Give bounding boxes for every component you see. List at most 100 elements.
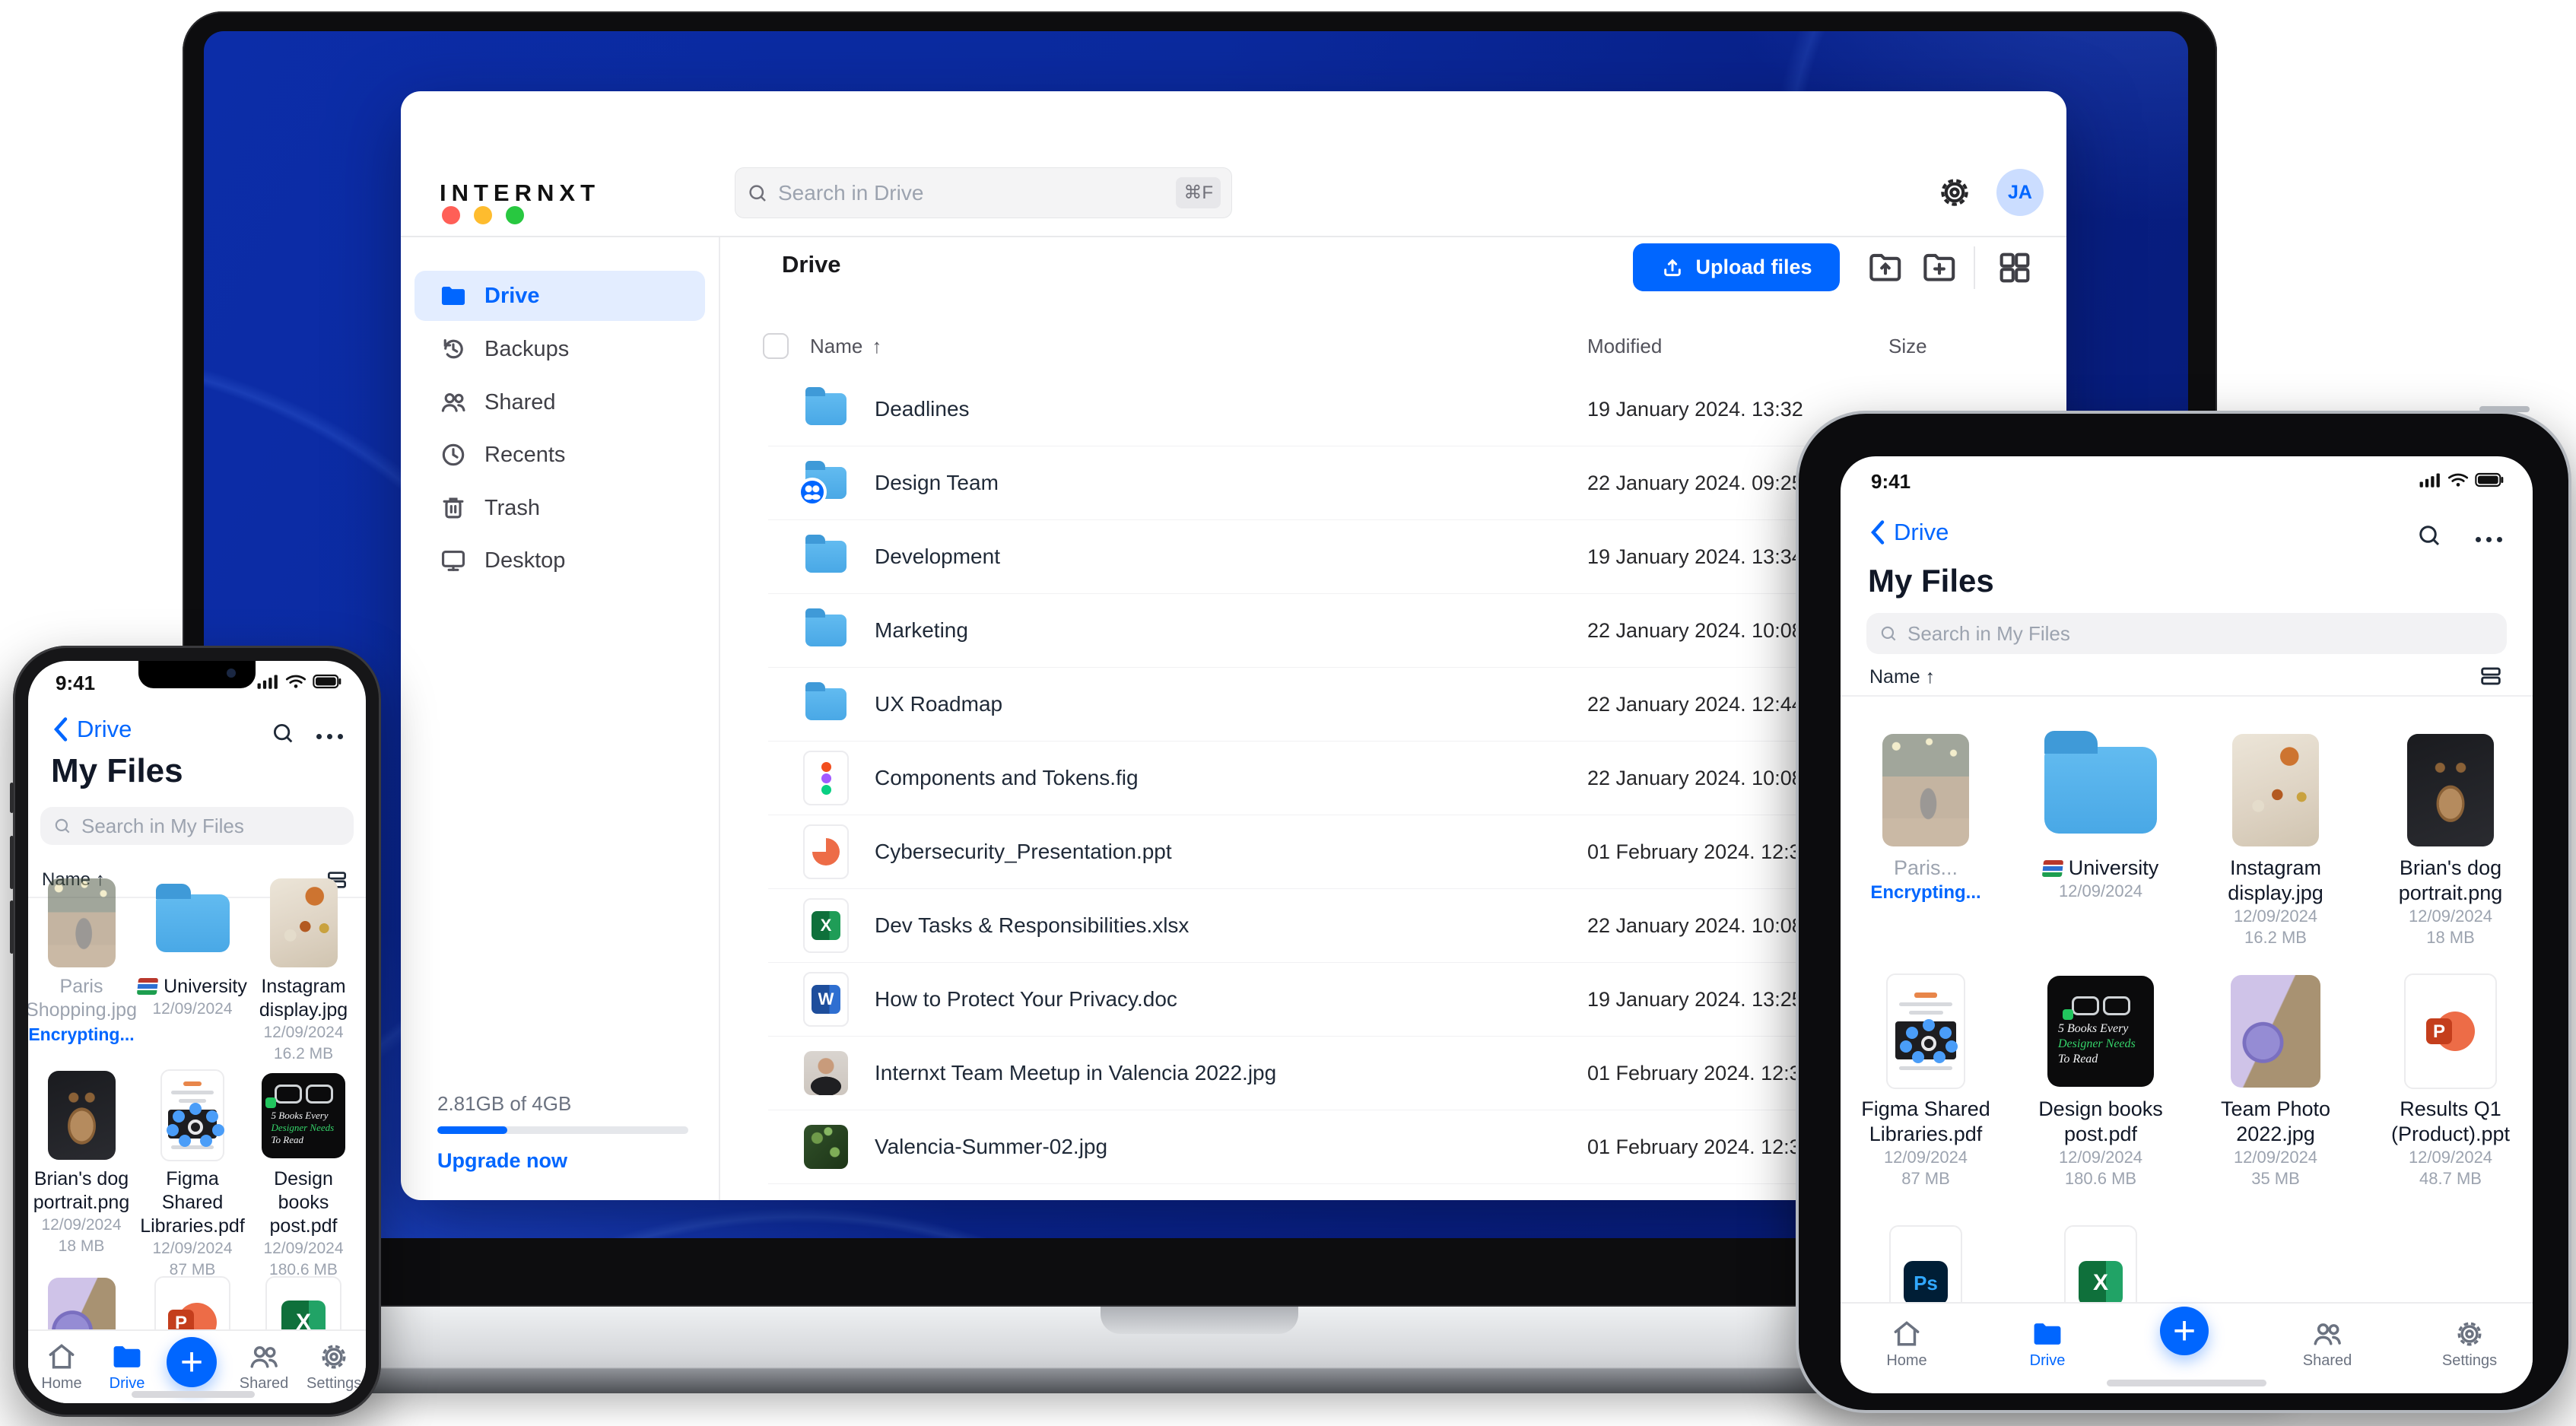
file-size: 87 MB [1901, 1169, 1950, 1188]
home-indicator [2107, 1380, 2266, 1386]
photo-thumbnail [1882, 734, 1969, 846]
photo-thumbnail [2232, 734, 2319, 846]
grid-item[interactable]: P Results Q1 (Product).ppt 12/09/2024 48… [2367, 973, 2533, 1189]
phone-volume-up-button [10, 836, 14, 889]
grid-item[interactable]: Paris... Encrypting... [1842, 734, 2009, 905]
file-date: 12/09/2024 [152, 1000, 233, 1018]
grid-item[interactable]: 5 Books Every Designer Needs To Read Des… [246, 1071, 361, 1281]
list-view-button[interactable] [2478, 663, 2504, 689]
folder-icon [805, 682, 846, 720]
bottom-nav: Home Drive + Shared Settings [1841, 1302, 2533, 1393]
grid-item[interactable]: Figma Shared Libraries.pdf 12/09/2024 87… [135, 1069, 249, 1281]
upload-folder-button[interactable] [1866, 248, 1905, 287]
sidebar-item-label: Shared [484, 389, 556, 414]
new-folder-button[interactable] [1920, 248, 1959, 287]
file-name: Development [875, 545, 1000, 568]
column-modified[interactable]: Modified [1587, 335, 1662, 358]
sidebar-item-desktop[interactable]: Desktop [415, 535, 705, 586]
nav-drive[interactable]: Drive [2023, 1317, 2072, 1370]
grid-view-button[interactable] [1995, 248, 2034, 287]
sidebar-item-trash[interactable]: Trash [415, 483, 705, 533]
search-button[interactable] [270, 720, 296, 746]
file-name: Design Team [875, 471, 999, 494]
sidebar-item-drive[interactable]: Drive [415, 271, 705, 321]
phone-volume-down-button [10, 900, 14, 954]
grid-item[interactable]: Team Photo 2022.jpg 12/09/2024 35 MB [2192, 975, 2359, 1189]
grid-item[interactable]: Brian's dog portrait.png 12/09/2024 18 M… [2367, 734, 2533, 948]
file-name: Instagram display.jpg [2228, 856, 2323, 904]
macbook-base-notch [1101, 1307, 1298, 1334]
battery-icon [2475, 472, 2504, 488]
avatar[interactable]: JA [1996, 169, 2044, 216]
back-button[interactable]: Drive [1868, 519, 1949, 546]
storage-usage-text: 2.81GB of 4GB [437, 1092, 572, 1115]
file-name: How to Protect Your Privacy.doc [875, 987, 1177, 1011]
file-name: Instagram display.jpg [259, 976, 348, 1021]
sort-by-name[interactable]: Name ↑ [1869, 666, 1935, 688]
upload-files-button[interactable]: Upload files [1633, 243, 1840, 291]
grid-item[interactable]: University 12/09/2024 [2017, 731, 2184, 902]
photoshop-icon: Ps [1904, 1261, 1948, 1305]
file-name: Results Q1 (Product).ppt [2390, 1097, 2511, 1145]
file-modified: 22 January 2024. 10:08 [1587, 618, 1803, 642]
search-input[interactable]: Search in My Files [1866, 613, 2507, 654]
toolbar-divider [1974, 246, 1975, 289]
nav-settings[interactable]: Settings [307, 1340, 361, 1393]
sort-arrow-icon[interactable]: ↑ [872, 335, 881, 358]
sidebar-item-recents[interactable]: Recents [415, 430, 705, 480]
grid-item[interactable]: Instagram display.jpg 12/09/2024 16.2 MB [246, 878, 361, 1065]
grid-item[interactable]: Brian's dog portrait.png 12/09/2024 18 M… [28, 1071, 138, 1257]
nav-home[interactable]: Home [39, 1340, 84, 1393]
back-button[interactable]: Drive [51, 716, 132, 743]
add-new-fab[interactable]: + [2160, 1307, 2209, 1355]
divider [1841, 695, 2533, 697]
nav-settings[interactable]: Settings [2441, 1317, 2498, 1370]
nav-shared[interactable]: Shared [237, 1340, 291, 1393]
grid-item[interactable]: Paris Shopping.jpg Encrypting... [28, 878, 138, 1046]
shortcut-badge: ⌘F [1176, 177, 1221, 208]
books-emoji-icon [2041, 860, 2063, 877]
phone-screen: 9:41 Drive My Files Search in My Files P… [28, 661, 366, 1403]
file-name: Marketing [875, 618, 968, 642]
search-button[interactable] [2416, 522, 2443, 549]
list-view-icon [2481, 667, 2501, 685]
nav-shared[interactable]: Shared [2301, 1317, 2354, 1370]
search-input[interactable]: Search in My Files [40, 807, 354, 845]
file-name: Dev Tasks & Responsibilities.xlsx [875, 913, 1190, 937]
signal-icon [2419, 473, 2440, 488]
more-menu-button[interactable] [316, 729, 343, 743]
file-name: Design books post.pdf [269, 1168, 338, 1237]
grid-item[interactable]: Instagram display.jpg 12/09/2024 16.2 MB [2192, 734, 2359, 948]
search-input[interactable]: Search in Drive ⌘F [735, 167, 1232, 218]
search-icon [273, 723, 293, 743]
column-name[interactable]: Name [810, 335, 862, 358]
file-modified: 19 January 2024. 13:34 [1587, 545, 1803, 568]
wifi-icon [2447, 473, 2469, 487]
search-icon [2419, 526, 2440, 546]
page-title: My Files [1868, 563, 1994, 599]
history-icon [443, 339, 463, 359]
folder-name: University [2017, 856, 2184, 881]
file-date: 12/09/2024 [263, 1240, 344, 1257]
nav-drive[interactable]: Drive [104, 1340, 150, 1393]
settings-gear-button[interactable] [1936, 173, 1974, 211]
folder-name: University [135, 975, 249, 999]
shared-folder-icon [798, 461, 846, 507]
nav-home[interactable]: Home [1882, 1317, 1931, 1370]
sidebar-item-backups[interactable]: Backups [415, 324, 705, 374]
file-date: 12/09/2024 [2233, 1148, 2318, 1167]
powerpoint-thumbnail: P [2404, 973, 2497, 1089]
upgrade-now-link[interactable]: Upgrade now [437, 1149, 696, 1173]
folder-icon [441, 286, 465, 306]
grid-item[interactable]: University 12/09/2024 [135, 878, 249, 1020]
add-new-fab[interactable]: + [167, 1337, 217, 1387]
pdf-thumbnail: 5 Books Every Designer Needs To Read [2047, 976, 2154, 1087]
grid-item[interactable]: 5 Books Every Designer Needs To Read Des… [2017, 975, 2184, 1189]
app-header: INTERNXT Search in Drive ⌘F JA [401, 91, 2066, 237]
select-all-checkbox[interactable] [763, 333, 789, 359]
grid-item[interactable]: Figma Shared Libraries.pdf 12/09/2024 87… [1842, 973, 2009, 1189]
gear-icon [322, 1345, 346, 1369]
more-menu-button[interactable] [2476, 532, 2502, 546]
sidebar-item-shared[interactable]: Shared [415, 377, 705, 427]
column-size[interactable]: Size [1888, 335, 1927, 358]
